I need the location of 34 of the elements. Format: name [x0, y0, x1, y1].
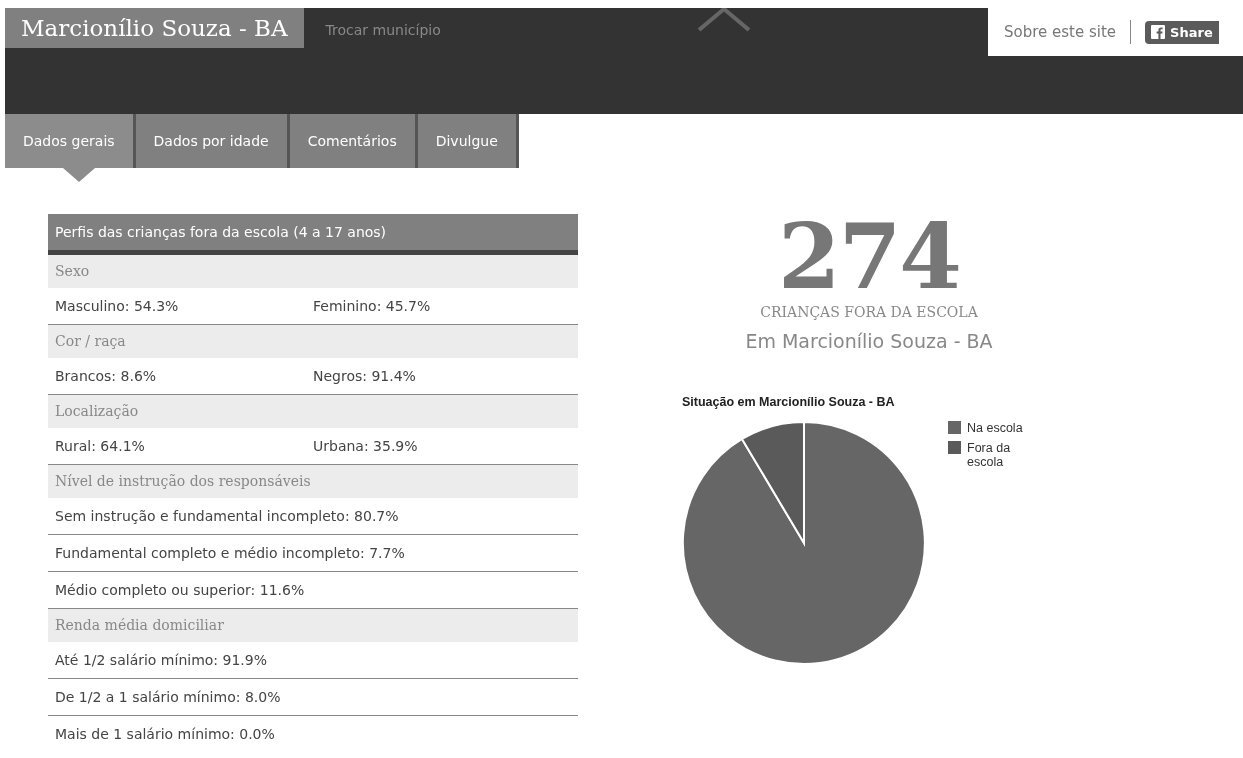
- tab-pointer-icon: [63, 168, 95, 182]
- table-cell: De 1/2 a 1 salário mínimo: 8.0%: [55, 689, 281, 705]
- section-heading: Nível de instrução dos responsáveis: [48, 465, 578, 498]
- table-title: Perfis das crianças fora da escola (4 a 17 anos): [48, 214, 578, 255]
- change-municipality-link[interactable]: Trocar município: [325, 22, 441, 38]
- table-cell-text: Masculino: 54.3%: [55, 298, 180, 314]
- tab[interactable]: Dados por idade: [135, 114, 290, 168]
- children-count: 274: [778, 214, 960, 298]
- municipality-title: Marcionílio Souza - BA: [5, 8, 304, 48]
- facebook-icon: [1151, 25, 1166, 39]
- table-cell: Médio completo ou superior: 11.6%: [55, 582, 305, 598]
- table-cell: Fundamental completo e médio incompleto: 7.7%: [55, 545, 405, 561]
- table-cell-text: Feminino: 45.7%: [313, 298, 432, 314]
- table-cell: Até 1/2 salário mínimo: 91.9%: [55, 652, 267, 668]
- table-cell-text: Urbana: 35.9%: [313, 438, 419, 454]
- count-label: CRIANÇAS FORA DA ESCOLA: [760, 304, 978, 320]
- about-link[interactable]: Sobre este site: [1004, 23, 1117, 41]
- table-cell: Mais de 1 salário mínimo: 0.0%: [55, 726, 275, 742]
- table-cell-text: Rural: 64.1%: [55, 438, 146, 454]
- section-heading: Renda média domiciliar: [48, 609, 578, 642]
- legend-label: Na escola: [967, 421, 1024, 435]
- section-heading: Localização: [48, 395, 578, 428]
- chevron-up-icon[interactable]: [695, 8, 752, 32]
- chart-title: Situação em Marcionílio Souza - BA: [682, 395, 896, 409]
- share-button[interactable]: Share: [1145, 20, 1219, 44]
- section-heading: Sexo: [48, 255, 578, 288]
- tab[interactable]: Comentários: [289, 114, 418, 168]
- table-cell: Sem instrução e fundamental incompleto: 80.7%: [55, 508, 399, 524]
- table-cell-text: Brancos: 8.6%: [55, 368, 158, 384]
- tab[interactable]: Divulgue: [417, 114, 519, 168]
- section-heading: Cor / raça: [48, 325, 578, 358]
- legend-label: Fora da escola: [967, 441, 1012, 469]
- place-label: Em Marcionílio Souza - BA: [745, 330, 993, 352]
- table-cell-text: Negros: 91.4%: [313, 368, 417, 384]
